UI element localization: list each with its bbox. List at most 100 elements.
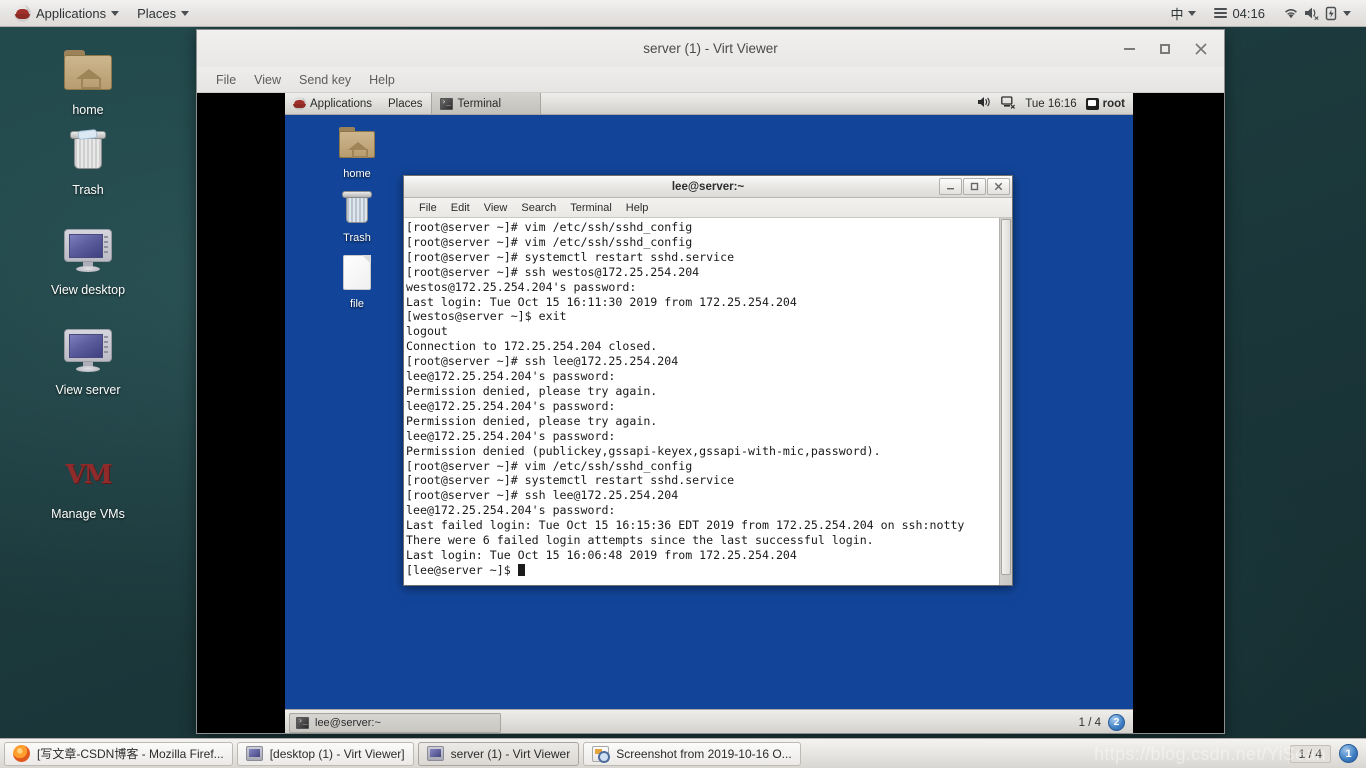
volume-muted-icon [1304, 6, 1320, 20]
guest-clock[interactable]: Tue 16:16 [1025, 98, 1076, 110]
desktop-icon-manage-vms-label: Manage VMs [51, 507, 125, 521]
terminal-scrollbar[interactable] [999, 218, 1012, 585]
taskbar-item-screenshot-label: Screenshot from 2019-10-16 O... [616, 746, 792, 761]
chevron-down-icon [1343, 10, 1351, 16]
wifi-icon [1283, 6, 1299, 20]
minimize-icon[interactable] [939, 178, 962, 195]
desktop-icon-view-desktop-label: View desktop [50, 283, 126, 297]
taskbar-item-screenshot[interactable]: Screenshot from 2019-10-16 O... [583, 741, 801, 766]
host-workspace-badge[interactable]: 1 [1339, 744, 1358, 763]
virt-viewer-titlebar[interactable]: server (1) - Virt Viewer [197, 30, 1224, 67]
desktop-icon-home-label: home [72, 103, 104, 117]
monitor-icon [33, 228, 143, 278]
terminal-menu-view[interactable]: View [477, 200, 515, 216]
guest-user-menu[interactable]: root [1085, 97, 1125, 110]
close-icon[interactable] [1184, 34, 1218, 64]
maximize-icon[interactable] [963, 178, 986, 195]
terminal-line: [root@server ~]# vim /etc/ssh/sshd_confi… [406, 234, 693, 249]
input-method-indicator[interactable]: 中 [1161, 1, 1205, 26]
vv-menu-help[interactable]: Help [360, 70, 404, 90]
maximize-icon[interactable] [1148, 34, 1182, 64]
guest-window-task-terminal[interactable]: Terminal [430, 93, 541, 114]
guest-desktop-icon-trash[interactable]: Trash [320, 189, 394, 244]
terminal-line: Connection to 172.25.254.204 closed. [406, 339, 658, 354]
desktop-icon-trash-label: Trash [72, 183, 104, 197]
virt-viewer-icon [426, 746, 444, 761]
guest-taskbar-item-label: lee@server:~ [315, 716, 381, 729]
terminal-line: lee@172.25.254.204's password: [406, 398, 616, 413]
volume-icon[interactable] [977, 96, 992, 111]
terminal-line: Permission denied (publickey,gssapi-keye… [406, 443, 881, 458]
places-menu-label: Places [137, 5, 177, 21]
guest-desktop-icon-trash-label: Trash [343, 232, 371, 244]
terminal-menu-search[interactable]: Search [514, 200, 563, 216]
minimize-icon[interactable] [1112, 34, 1146, 64]
terminal-menubar: File Edit View Search Terminal Help [404, 198, 1012, 218]
network-disconnected-icon[interactable] [1001, 95, 1016, 112]
trash-icon [320, 189, 394, 229]
terminal-scrollbar-thumb[interactable] [1001, 219, 1011, 575]
user-avatar-icon [1085, 97, 1099, 110]
guest-applications-label: Applications [310, 97, 373, 110]
virt-viewer-icon [245, 746, 263, 761]
guest-places-menu[interactable]: Places [380, 93, 431, 114]
terminal-line: lee@172.25.254.204's password: [406, 503, 616, 518]
vv-menu-file[interactable]: File [207, 70, 245, 90]
desktop-icon-view-desktop[interactable]: View desktop [33, 228, 143, 297]
terminal-line: Last failed login: Tue Oct 15 16:15:36 E… [406, 518, 965, 533]
taskbar-item-server-virt-viewer[interactable]: server (1) - Virt Viewer [417, 741, 580, 766]
virt-viewer-menubar: File View Send key Help [197, 67, 1224, 93]
terminal-titlebar[interactable]: lee@server:~ [404, 176, 1012, 198]
guest-workspace-badge[interactable]: 2 [1108, 714, 1125, 731]
desktop-icon-home[interactable]: home [33, 48, 143, 117]
terminal-window[interactable]: lee@server:~ File Edit View Search Termi… [403, 175, 1013, 586]
places-menu[interactable]: Places [128, 1, 198, 26]
applications-menu[interactable]: Applications [5, 1, 128, 26]
vmm-icon: VM [65, 460, 113, 490]
taskbar-item-firefox[interactable]: [写文章-CSDN博客 - Mozilla Firef... [4, 741, 233, 766]
terminal-menu-help[interactable]: Help [619, 200, 656, 216]
guest-window-task-label: Terminal [457, 97, 502, 110]
terminal-menu-edit[interactable]: Edit [444, 200, 477, 216]
battery-charging-icon [1325, 6, 1338, 21]
desktop-icon-view-server[interactable]: View server [33, 328, 143, 397]
vv-menu-view[interactable]: View [245, 70, 290, 90]
host-taskbar: [写文章-CSDN博客 - Mozilla Firef... [desktop … [0, 738, 1366, 768]
desktop-icon-manage-vms[interactable]: VM Manage VMs [33, 452, 143, 521]
desktop-icon-view-server-label: View server [55, 383, 121, 397]
terminal-line: [lee@server ~]$ [406, 563, 999, 578]
virt-viewer-title: server (1) - Virt Viewer [643, 41, 778, 56]
host-top-panel: Applications Places 中 04:16 [0, 0, 1366, 27]
terminal-line: Last login: Tue Oct 15 16:06:48 2019 fro… [406, 547, 797, 562]
virt-viewer-viewport[interactable]: Applications Places Terminal [197, 93, 1224, 733]
terminal-menu-file[interactable]: File [412, 200, 444, 216]
terminal-title: lee@server:~ [671, 180, 745, 193]
redhat-logo-icon [293, 97, 306, 110]
input-method-label: 中 [1170, 7, 1184, 23]
terminal-line: westos@172.25.254.204's password: [406, 279, 637, 294]
guest-taskbar-item-terminal[interactable]: lee@server:~ [289, 712, 501, 733]
terminal-body[interactable]: [root@server ~]# vim /etc/ssh/sshd_confi… [404, 218, 1012, 585]
terminal-line: [root@server ~]# vim /etc/ssh/sshd_confi… [406, 220, 693, 234]
terminal-output[interactable]: [root@server ~]# vim /etc/ssh/sshd_confi… [404, 218, 999, 585]
terminal-menu-terminal[interactable]: Terminal [563, 200, 619, 216]
terminal-line: [root@server ~]# ssh lee@172.25.254.204 [406, 354, 679, 369]
clock[interactable]: 04:16 [1205, 1, 1274, 26]
terminal-line: [root@server ~]# ssh lee@172.25.254.204 [406, 488, 679, 503]
guest-desktop-icon-home[interactable]: home [320, 125, 394, 180]
vv-menu-send-key[interactable]: Send key [290, 70, 360, 90]
close-icon[interactable] [987, 178, 1010, 195]
terminal-line: Permission denied, please try again. [406, 383, 658, 398]
guest-desktop-icon-file[interactable]: file [320, 255, 394, 310]
desktop-icon-trash[interactable]: Trash [33, 128, 143, 197]
taskbar-item-firefox-label: [写文章-CSDN博客 - Mozilla Firef... [37, 747, 224, 761]
taskbar-item-desktop-virt-viewer[interactable]: [desktop (1) - Virt Viewer] [236, 741, 414, 766]
terminal-line: Permission denied, please try again. [406, 413, 658, 428]
folder-home-icon [33, 48, 143, 98]
terminal-window-controls [939, 178, 1010, 195]
guest-applications-menu[interactable]: Applications [285, 93, 380, 114]
system-status-menu[interactable] [1274, 1, 1360, 26]
virt-viewer-window[interactable]: server (1) - Virt Viewer File View Send … [196, 29, 1225, 734]
guest-desktop[interactable]: Applications Places Terminal [285, 93, 1133, 733]
terminal-line: [westos@server ~]$ exit [406, 309, 567, 324]
